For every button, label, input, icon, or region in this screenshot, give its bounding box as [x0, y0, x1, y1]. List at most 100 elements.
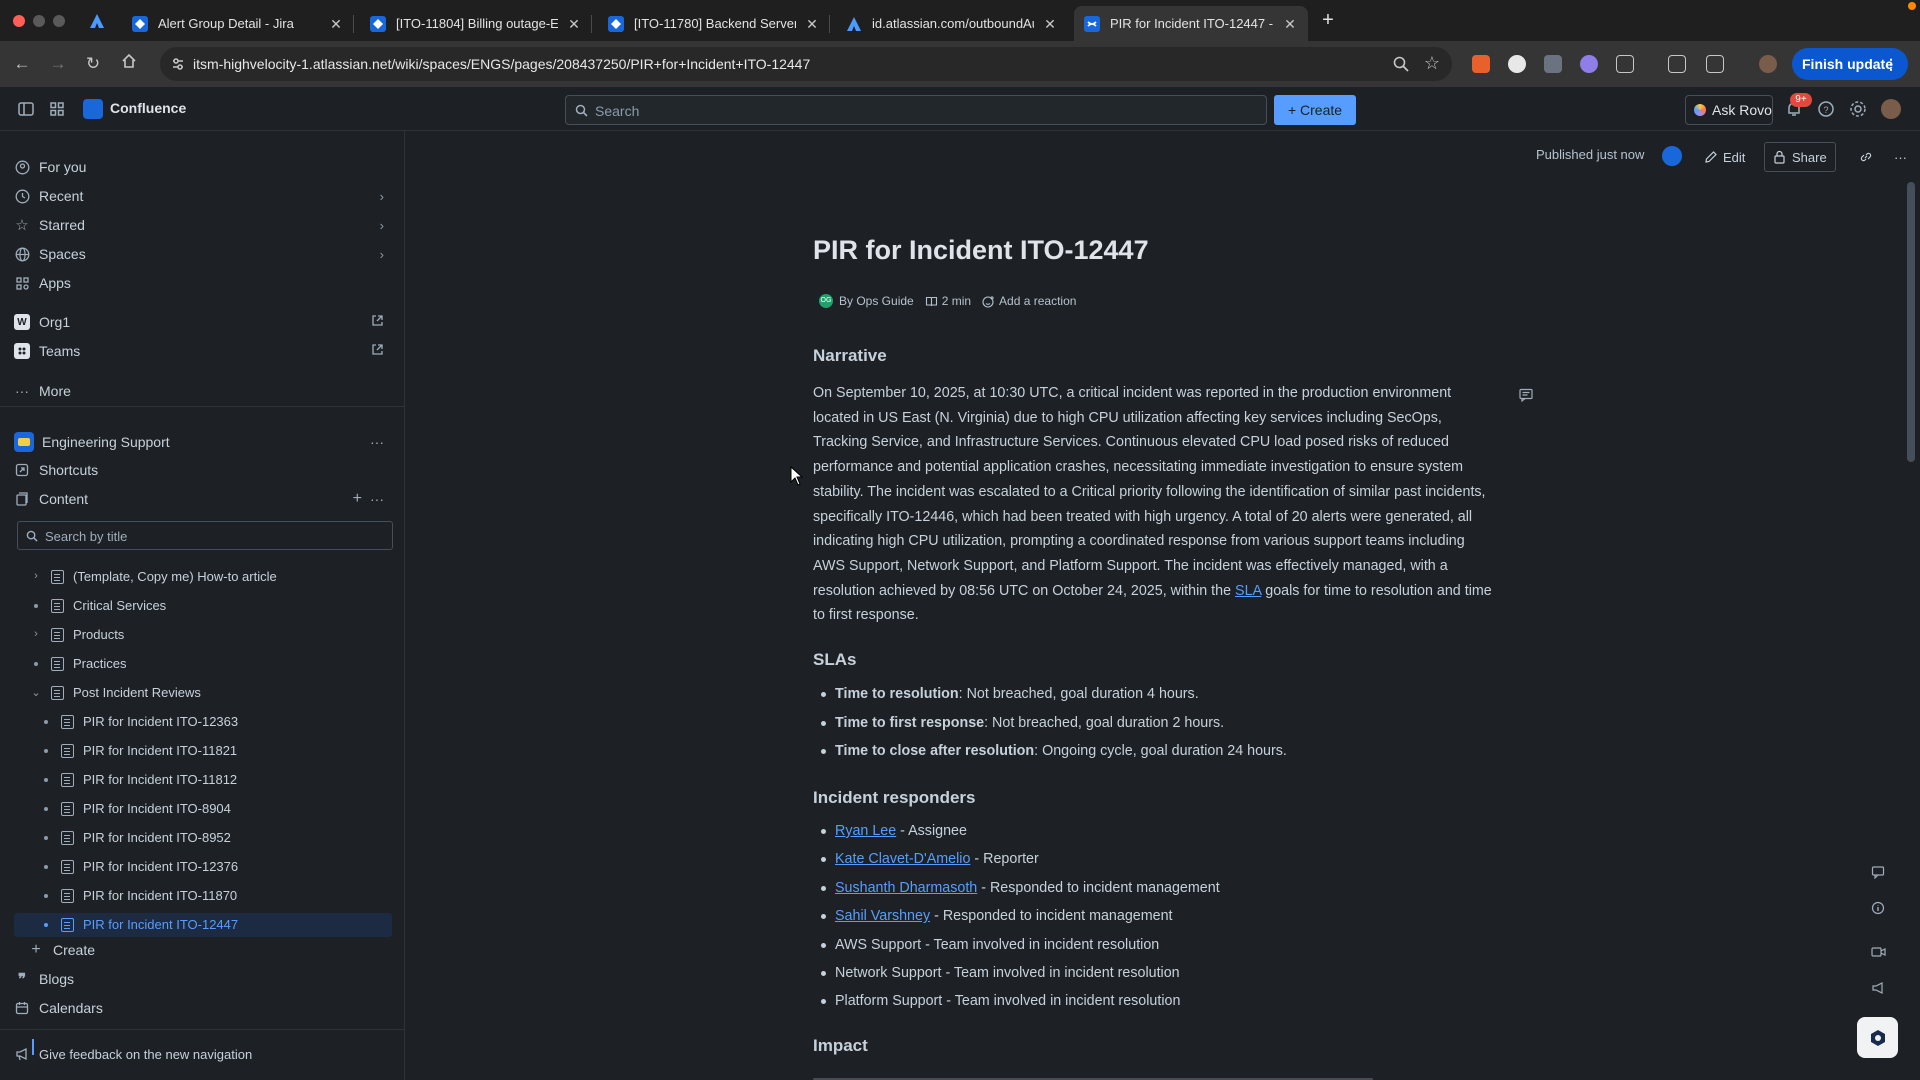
sidebar-item-shortcuts[interactable]: Shortcuts: [14, 458, 392, 482]
help-chat-button[interactable]: [1857, 1017, 1898, 1058]
sidebar-item-spaces[interactable]: Spaces ›: [14, 242, 392, 266]
browser-tab-2[interactable]: [ITO-11804] Billing outage-Er ✕: [360, 6, 592, 41]
more-actions-button[interactable]: ···: [1886, 142, 1915, 172]
comments-icon[interactable]: [1868, 862, 1888, 882]
sidebar-item-create[interactable]: + Create: [14, 938, 392, 962]
sidebar-item-blogs[interactable]: ❞ Blogs: [14, 967, 392, 991]
extension-icon[interactable]: [1472, 55, 1490, 73]
tree-item[interactable]: PIR for Incident ITO-12363: [14, 710, 392, 734]
responder-link[interactable]: Kate Clavet-D'Amelio: [835, 851, 970, 867]
tree-item[interactable]: PIR for Incident ITO-11821: [14, 739, 392, 763]
profile-avatar-icon[interactable]: [1759, 55, 1777, 73]
settings-gear-icon[interactable]: [1848, 99, 1868, 119]
chevron-right-icon[interactable]: ›: [29, 628, 43, 640]
inline-comment-icon[interactable]: [1519, 388, 1533, 402]
sla-link[interactable]: SLA: [1235, 583, 1261, 599]
copy-link-button[interactable]: [1851, 142, 1881, 172]
tree-item[interactable]: PIR for Incident ITO-11812: [14, 768, 392, 792]
create-button[interactable]: + Create: [1274, 95, 1356, 125]
byline-author[interactable]: By Ops Guide: [839, 294, 914, 308]
sidebar-toggle-icon[interactable]: [16, 99, 36, 119]
external-link-icon[interactable]: [371, 343, 384, 356]
sidebar-item-apps[interactable]: Apps: [14, 271, 392, 295]
app-name[interactable]: Confluence: [110, 100, 186, 116]
tree-item[interactable]: PIR for Incident ITO-8904: [14, 797, 392, 821]
sidebar-item-starred[interactable]: ☆ Starred ›: [14, 213, 392, 237]
new-tab-button[interactable]: +: [1318, 10, 1338, 30]
responder-link[interactable]: Sushanth Dharmasoth: [835, 880, 977, 896]
window-minimize-button[interactable]: [33, 15, 45, 27]
address-bar[interactable]: itsm-highvelocity-1.atlassian.net/wiki/s…: [160, 47, 1452, 81]
finish-update-button[interactable]: Finish update ⋮: [1792, 48, 1908, 80]
search-by-title-input[interactable]: Search by title: [17, 521, 393, 550]
give-feedback-link[interactable]: Give feedback on the new navigation: [14, 1042, 392, 1066]
sidebar-item-org1[interactable]: W Org1: [14, 310, 392, 334]
confluence-logo-icon[interactable]: [83, 99, 103, 119]
sidebar-item-recent[interactable]: Recent ›: [14, 184, 392, 208]
sidebar-item-content[interactable]: Content + ···: [14, 487, 392, 511]
browser-tab-4[interactable]: id.atlassian.com/outboundAu ✕: [836, 6, 1068, 41]
chevron-right-icon[interactable]: ›: [380, 218, 384, 233]
app-switcher-icon[interactable]: [47, 99, 67, 119]
tree-item-selected[interactable]: PIR for Incident ITO-12447: [14, 913, 392, 937]
external-link-icon[interactable]: [371, 314, 384, 327]
close-tab-icon[interactable]: ✕: [1042, 16, 1058, 32]
sidebar-item-teams[interactable]: Teams: [14, 339, 392, 363]
extension-icon[interactable]: [1580, 55, 1598, 73]
extension-icon[interactable]: [1544, 55, 1562, 73]
chevron-down-icon[interactable]: ⌄: [29, 686, 43, 699]
tree-item[interactable]: Practices: [14, 652, 392, 676]
chevron-right-icon[interactable]: ›: [380, 189, 384, 204]
reading-list-icon[interactable]: [1668, 55, 1686, 73]
zoom-icon[interactable]: [1392, 55, 1410, 73]
author-avatar[interactable]: OG: [819, 294, 833, 308]
space-header-engineering-support[interactable]: Engineering Support ···: [14, 430, 392, 454]
tree-item[interactable]: PIR for Incident ITO-8952: [14, 826, 392, 850]
tree-item[interactable]: Critical Services: [14, 594, 392, 618]
announcement-icon[interactable]: [1868, 978, 1888, 998]
sidebar-item-calendars[interactable]: Calendars: [14, 996, 392, 1020]
sidebar-item-more[interactable]: ··· More: [14, 379, 392, 403]
sidebar-item-for-you[interactable]: For you: [14, 155, 392, 179]
close-tab-icon[interactable]: ✕: [566, 16, 582, 32]
ask-rovo-button[interactable]: Ask Rovo: [1685, 95, 1773, 125]
tab-search-icon[interactable]: [1706, 55, 1724, 73]
add-reaction-icon[interactable]: [982, 295, 995, 308]
chevron-right-icon[interactable]: ›: [29, 570, 43, 582]
tree-item[interactable]: PIR for Incident ITO-12376: [14, 855, 392, 879]
page-scrollbar[interactable]: [1907, 182, 1915, 462]
help-icon[interactable]: ?: [1816, 99, 1836, 119]
user-avatar[interactable]: [1881, 99, 1901, 119]
tree-item[interactable]: PIR for Incident ITO-11870: [14, 884, 392, 908]
browser-tab-3[interactable]: [ITO-11780] Backend Server ✕: [598, 6, 830, 41]
share-button[interactable]: Share: [1764, 142, 1836, 172]
forward-button[interactable]: →: [47, 53, 69, 75]
close-tab-icon[interactable]: ✕: [804, 16, 820, 32]
add-content-plus-icon[interactable]: +: [353, 490, 362, 508]
bookmark-star-icon[interactable]: ☆: [1424, 53, 1440, 74]
global-search-input[interactable]: Search: [565, 95, 1267, 125]
extension-icon[interactable]: [1508, 55, 1526, 73]
responder-link[interactable]: Ryan Lee: [835, 823, 896, 839]
more-horizontal-icon[interactable]: ···: [370, 434, 384, 450]
responder-link[interactable]: Sahil Varshney: [835, 908, 930, 924]
tree-item[interactable]: › Products: [14, 623, 392, 647]
close-tab-icon[interactable]: ✕: [328, 16, 344, 32]
add-reaction-label[interactable]: Add a reaction: [999, 294, 1076, 308]
home-button[interactable]: [118, 53, 140, 75]
edit-button[interactable]: Edit: [1696, 142, 1753, 172]
site-settings-icon[interactable]: [170, 56, 186, 72]
pinned-tab-atlassian[interactable]: [84, 8, 110, 34]
tree-item[interactable]: ⌄ Post Incident Reviews: [14, 681, 392, 705]
browser-tab-1[interactable]: Alert Group Detail - Jira ✕: [122, 6, 354, 41]
author-avatar[interactable]: [1660, 144, 1684, 168]
video-record-icon[interactable]: [1868, 942, 1888, 962]
browser-tab-5-active[interactable]: PIR for Incident ITO-12447 - E ✕: [1074, 6, 1308, 41]
more-horizontal-icon[interactable]: ···: [370, 491, 384, 507]
back-button[interactable]: ←: [11, 53, 33, 75]
close-tab-icon[interactable]: ✕: [1282, 16, 1298, 32]
tree-item[interactable]: › (Template, Copy me) How-to article: [14, 565, 392, 589]
window-maximize-button[interactable]: [53, 15, 65, 27]
extensions-puzzle-icon[interactable]: [1616, 55, 1634, 73]
info-icon[interactable]: [1868, 898, 1888, 918]
